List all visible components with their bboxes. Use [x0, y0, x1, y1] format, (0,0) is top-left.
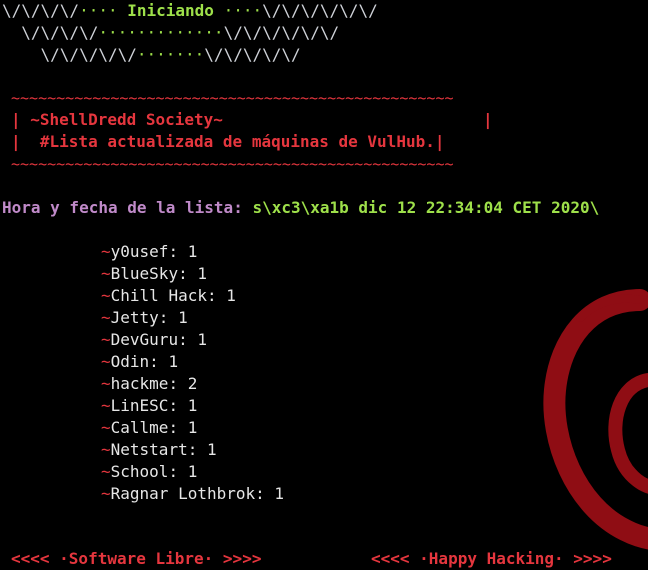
list-bullet: ~ [101, 374, 111, 393]
list-bullet: ~ [101, 418, 111, 437]
list-bullet: ~ [101, 308, 111, 327]
timestamp-label: Hora y fecha de la lista: [2, 198, 253, 217]
list-bullet: ~ [101, 484, 111, 503]
list-bullet: ~ [101, 242, 111, 261]
list-item: ~DevGuru: 1 [101, 329, 207, 351]
banner-slashes: \/\/\/\/ [2, 1, 80, 20]
list-item-text: Odin: 1 [110, 352, 179, 371]
list-item: ~hackme: 2 [101, 373, 197, 395]
banner-line-2: \/\/\/\/·············\/\/\/\/\/\/ [2, 22, 339, 44]
list-bullet: ~ [101, 396, 111, 415]
list-bullet: ~ [101, 352, 111, 371]
banner-line-1: \/\/\/\/···· Iniciando ····\/\/\/\/\/\/ [2, 0, 378, 22]
list-item-text: LinESC: 1 [110, 396, 198, 415]
list-bullet: ~ [101, 462, 111, 481]
list-item: ~BlueSky: 1 [101, 263, 207, 285]
list-item: ~Netstart: 1 [101, 439, 217, 461]
banner-slashes: \/\/\/\/\/\/ [223, 23, 340, 42]
banner-slashes: \/\/\/\/\/ [204, 45, 301, 64]
list-item: ~Jetty: 1 [101, 307, 188, 329]
list-bullet: ~ [101, 286, 111, 305]
list-bullet: ~ [101, 264, 111, 283]
footer-left: <<<< ·Software Libre· >>>> [11, 549, 262, 568]
debian-swirl-icon [543, 289, 648, 550]
list-item: ~Odin: 1 [101, 351, 178, 373]
banner-dots: ······· [136, 45, 205, 64]
list-item: ~Callme: 1 [101, 417, 197, 439]
box-title: | ~ShellDredd Society~ | [11, 110, 493, 129]
box-bottom-border: ~~~~~~~~~~~~~~~~~~~~~~~~~~~~~~~~~~~~~~~~… [11, 155, 454, 173]
list-item-text: BlueSky: 1 [110, 264, 207, 283]
list-item-text: Ragnar Lothbrok: 1 [110, 484, 285, 503]
list-bullet: ~ [101, 330, 111, 349]
list-item: ~Chill Hack: 1 [101, 285, 236, 307]
list-item-text: DevGuru: 1 [110, 330, 207, 349]
list-item: ~y0usef: 1 [101, 241, 197, 263]
timestamp-value: s\xc3\xa1b dic 12 22:34:04 CET 2020\ [252, 198, 600, 217]
box-top-border: ~~~~~~~~~~~~~~~~~~~~~~~~~~~~~~~~~~~~~~~~… [11, 89, 454, 107]
list-item: ~Ragnar Lothbrok: 1 [101, 483, 284, 505]
banner-line-3: \/\/\/\/\/·······\/\/\/\/\/ [2, 44, 301, 66]
list-item-text: Chill Hack: 1 [110, 286, 236, 305]
box-subtitle: | #Lista actualizada de máquinas de VulH… [11, 132, 445, 151]
banner-slashes: \/\/\/\/\/\/ [262, 1, 378, 20]
banner-dots: ···· [79, 1, 128, 20]
list-item: ~LinESC: 1 [101, 395, 197, 417]
list-item-text: Jetty: 1 [110, 308, 188, 327]
list-item-text: hackme: 2 [110, 374, 198, 393]
list-item: ~School: 1 [101, 461, 197, 483]
list-item-text: School: 1 [110, 462, 198, 481]
banner-dots: ············· [98, 23, 224, 42]
list-item-text: Netstart: 1 [110, 440, 217, 459]
banner-dots: ···· [213, 1, 263, 20]
terminal-window[interactable]: \/\/\/\/···· Iniciando ····\/\/\/\/\/\/ … [0, 0, 648, 570]
list-item-text: y0usef: 1 [110, 242, 198, 261]
banner-slashes: \/\/\/\/ [2, 23, 99, 42]
timestamp-line: Hora y fecha de la lista: s\xc3\xa1b dic… [2, 197, 599, 219]
footer-right: <<<< ·Happy Hacking· >>>> [371, 549, 612, 568]
banner-word: Iniciando [127, 1, 214, 20]
list-item-text: Callme: 1 [110, 418, 198, 437]
banner-slashes: \/\/\/\/\/ [2, 45, 137, 64]
list-bullet: ~ [101, 440, 111, 459]
